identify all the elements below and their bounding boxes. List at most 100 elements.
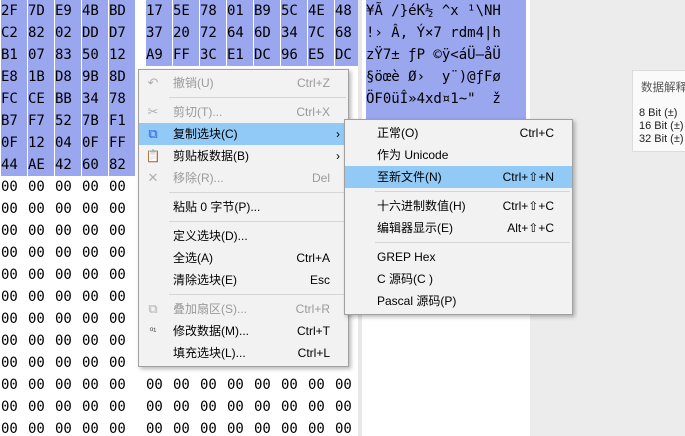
hex-byte[interactable]: 00 xyxy=(1,374,27,396)
hex-byte[interactable]: 00 xyxy=(109,264,135,286)
hex-byte[interactable]: 78 xyxy=(109,88,135,110)
hex-byte[interactable]: 83 xyxy=(55,44,81,66)
hex-byte[interactable]: 3C xyxy=(200,44,226,66)
hex-byte[interactable]: 12 xyxy=(109,44,135,66)
hex-byte[interactable]: 12 xyxy=(28,132,54,154)
sub-c-source[interactable]: C 源码(C ) xyxy=(345,268,572,290)
hex-row[interactable]: 00 00 00 00 00 00 00 00 00 00 00 00 00 xyxy=(0,396,358,418)
hex-byte[interactable]: 00 xyxy=(1,396,27,418)
hex-byte[interactable]: 60 xyxy=(82,154,108,176)
hex-byte[interactable]: 2F xyxy=(1,0,27,22)
hex-byte[interactable]: 01 xyxy=(227,0,253,22)
text-row[interactable]: !› Â, Ý×7 rdm4|h xyxy=(366,22,526,44)
hex-byte[interactable]: 42 xyxy=(55,154,81,176)
hex-byte[interactable]: 00 xyxy=(82,198,108,220)
hex-byte[interactable]: 8D xyxy=(109,66,135,88)
hex-byte[interactable]: 00 xyxy=(55,396,81,418)
hex-byte[interactable]: 00 xyxy=(1,418,27,436)
hex-byte[interactable]: 00 xyxy=(55,308,81,330)
hex-byte[interactable]: 00 xyxy=(1,352,27,374)
hex-byte[interactable]: 00 xyxy=(109,286,135,308)
hex-byte[interactable]: 00 xyxy=(82,308,108,330)
hex-byte[interactable]: 00 xyxy=(281,374,307,396)
hex-byte[interactable]: 00 xyxy=(28,198,54,220)
hex-byte[interactable]: FF xyxy=(109,132,135,154)
menu-define-block[interactable]: 定义选块(D)... xyxy=(139,225,348,247)
hex-byte[interactable]: 00 xyxy=(55,374,81,396)
hex-byte[interactable]: 00 xyxy=(281,418,307,436)
hex-byte[interactable]: 0F xyxy=(82,132,108,154)
hex-byte[interactable]: 00 xyxy=(109,330,135,352)
hex-byte[interactable]: 50 xyxy=(82,44,108,66)
hex-byte[interactable]: 00 xyxy=(28,286,54,308)
hex-byte[interactable]: 00 xyxy=(173,396,199,418)
hex-byte[interactable]: A9 xyxy=(146,44,172,66)
menu-fill-block[interactable]: 填充选块(L)... Ctrl+L xyxy=(139,342,348,364)
hex-byte[interactable]: 00 xyxy=(173,418,199,436)
hex-byte[interactable]: 00 xyxy=(82,374,108,396)
hex-byte[interactable]: 00 xyxy=(28,396,54,418)
hex-byte[interactable]: 64 xyxy=(227,22,253,44)
text-row[interactable]: zŸ7± ƒP ©ÿ<áÜ–åÜ xyxy=(366,44,526,66)
hex-byte[interactable]: B7 xyxy=(1,110,27,132)
hex-byte[interactable]: 5E xyxy=(173,0,199,22)
hex-byte[interactable]: 6D xyxy=(254,22,280,44)
hex-row[interactable]: 2F 7D E9 4B BD 17 5E 78 01 B9 5C 4E 48 xyxy=(0,0,358,22)
hex-byte[interactable]: D8 xyxy=(55,66,81,88)
hex-byte[interactable]: 00 xyxy=(55,352,81,374)
hex-byte[interactable]: DC xyxy=(254,44,280,66)
hex-byte[interactable]: 00 xyxy=(109,176,135,198)
hex-byte[interactable]: 52 xyxy=(55,110,81,132)
hex-byte[interactable]: 00 xyxy=(200,374,226,396)
hex-byte[interactable]: 20 xyxy=(173,22,199,44)
menu-select-all[interactable]: 全选(A) Ctrl+A xyxy=(139,247,348,269)
hex-byte[interactable]: 00 xyxy=(55,264,81,286)
hex-byte[interactable]: B9 xyxy=(254,0,280,22)
hex-byte[interactable]: 00 xyxy=(28,220,54,242)
hex-byte[interactable]: 00 xyxy=(109,374,135,396)
hex-byte[interactable]: 7D xyxy=(28,0,54,22)
hex-row[interactable]: C2 82 02 DD D7 37 20 72 64 6D 34 7C 68 xyxy=(0,22,358,44)
hex-byte[interactable]: 00 xyxy=(82,286,108,308)
hex-byte[interactable]: E1 xyxy=(227,44,253,66)
hex-byte[interactable]: F7 xyxy=(28,110,54,132)
hex-byte[interactable]: C2 xyxy=(1,22,27,44)
hex-byte[interactable]: 00 xyxy=(1,286,27,308)
hex-byte[interactable]: 00 xyxy=(55,330,81,352)
text-row[interactable]: §öœè Ø› y¨)@ƒFø xyxy=(366,66,526,88)
hex-row[interactable]: 00 00 00 00 00 00 00 00 00 00 00 00 00 xyxy=(0,418,358,436)
hex-byte[interactable]: 04 xyxy=(55,132,81,154)
text-row[interactable]: ÖF0üÎ»4xd¤1~" ž xyxy=(366,88,526,110)
hex-byte[interactable]: 00 xyxy=(109,308,135,330)
hex-byte[interactable]: 00 xyxy=(55,242,81,264)
hex-row[interactable]: 00 00 00 00 00 00 00 00 00 00 00 00 00 xyxy=(0,374,358,396)
hex-byte[interactable]: 00 xyxy=(28,352,54,374)
menu-clipboard-data[interactable]: 📋 剪贴板数据(B) › xyxy=(139,145,348,167)
hex-byte[interactable]: 00 xyxy=(109,220,135,242)
hex-byte[interactable]: 00 xyxy=(146,418,172,436)
hex-byte[interactable]: 00 xyxy=(308,374,334,396)
hex-byte[interactable]: 00 xyxy=(146,374,172,396)
hex-byte[interactable]: 00 xyxy=(281,396,307,418)
hex-row[interactable]: B1 07 83 50 12 A9 FF 3C E1 DC 96 E5 DC xyxy=(0,44,358,66)
hex-byte[interactable]: 00 xyxy=(254,396,280,418)
hex-byte[interactable]: 37 xyxy=(146,22,172,44)
hex-byte[interactable]: 7C xyxy=(308,22,334,44)
hex-byte[interactable]: DD xyxy=(82,22,108,44)
hex-byte[interactable]: 00 xyxy=(55,418,81,436)
hex-byte[interactable]: 82 xyxy=(28,22,54,44)
menu-remove[interactable]: ✕ 移除(R)... Del xyxy=(139,167,348,189)
hex-byte[interactable]: CE xyxy=(28,88,54,110)
hex-byte[interactable]: 00 xyxy=(1,242,27,264)
sub-editor-display[interactable]: 编辑器显示(E) Alt+⇧+C xyxy=(345,217,572,239)
hex-byte[interactable]: D7 xyxy=(109,22,135,44)
hex-byte[interactable]: 0F xyxy=(1,132,27,154)
hex-byte[interactable]: 4E xyxy=(308,0,334,22)
hex-byte[interactable]: 00 xyxy=(55,286,81,308)
hex-byte[interactable]: 00 xyxy=(308,418,334,436)
hex-byte[interactable]: 00 xyxy=(28,176,54,198)
hex-byte[interactable]: E8 xyxy=(1,66,27,88)
hex-byte[interactable]: 00 xyxy=(1,264,27,286)
hex-byte[interactable]: AE xyxy=(28,154,54,176)
hex-byte[interactable]: 00 xyxy=(109,396,135,418)
